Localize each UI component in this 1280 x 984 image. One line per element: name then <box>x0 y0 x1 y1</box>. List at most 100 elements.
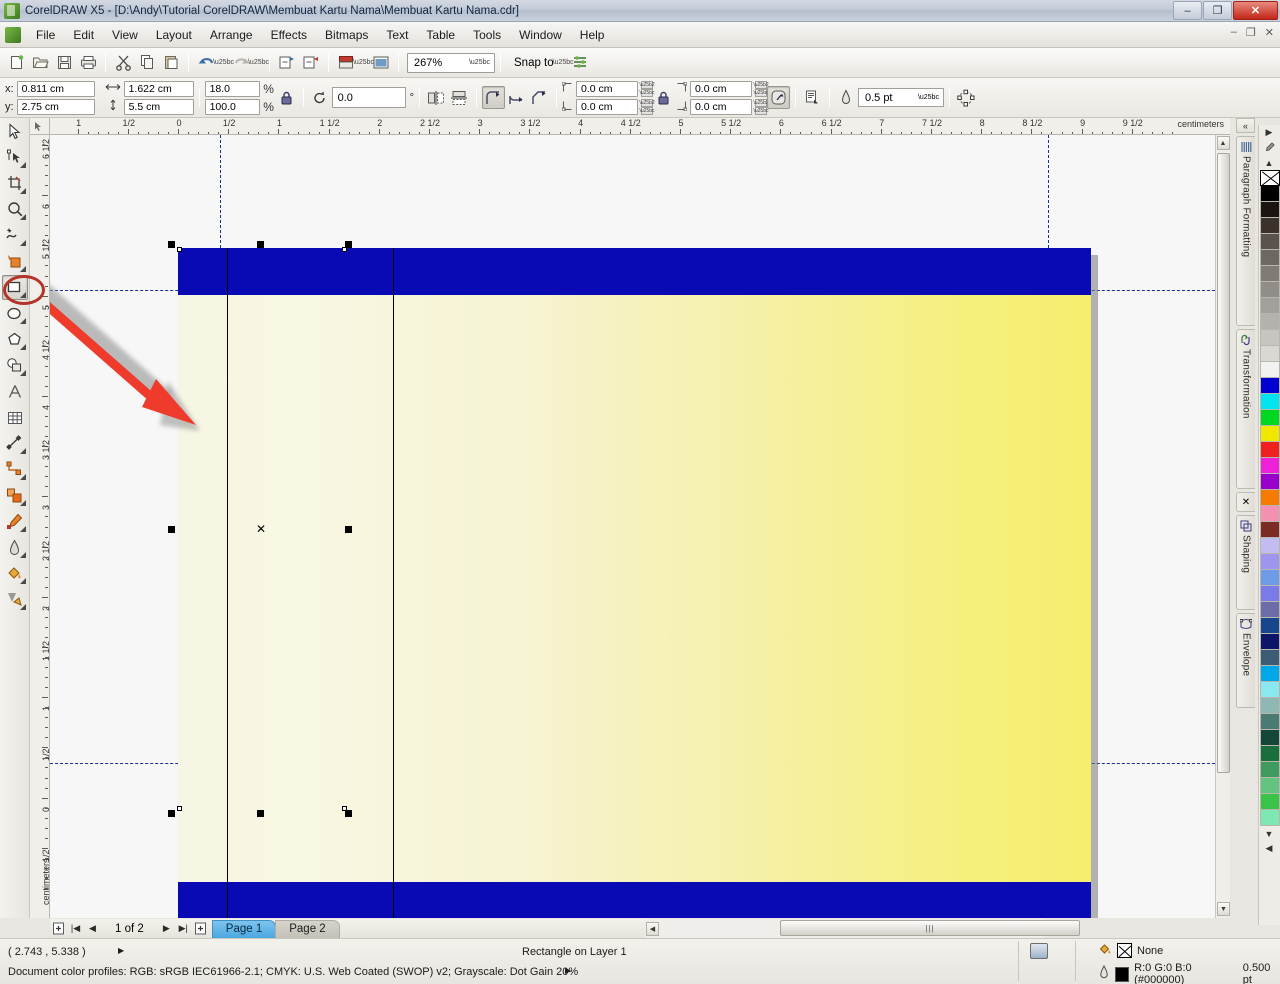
menu-item-table[interactable]: Table <box>417 24 464 46</box>
corner-br-input[interactable]: 0.0 cm <box>689 98 752 115</box>
palette-eyedropper-icon[interactable] <box>1259 140 1279 155</box>
vertical-ruler[interactable]: 6 1/2 6 5 1/2 5 4 1/2 4 3 1/2 3 2 1/2 2 1 1/2 1 1/2 0… <box>30 135 50 918</box>
palette-swatch[interactable] <box>1259 730 1280 746</box>
freehand-tool[interactable] <box>2 223 28 248</box>
palette-swatch[interactable] <box>1259 282 1280 298</box>
basic-shapes-tool[interactable] <box>2 353 28 378</box>
pdf-dropdown-icon[interactable]: \u25bc <box>353 52 374 74</box>
flyout-arrow-icon[interactable] <box>19 448 26 454</box>
palette-swatch[interactable] <box>1259 698 1280 714</box>
flyout-arrow-icon[interactable] <box>19 474 26 480</box>
scroll-left-icon[interactable]: ◀ <box>646 921 659 936</box>
export-icon[interactable] <box>299 51 323 75</box>
polygon-tool[interactable] <box>2 327 28 352</box>
flyout-arrow-icon[interactable] <box>19 240 26 246</box>
mdi-close-button[interactable]: ✕ <box>1265 26 1274 39</box>
maximize-button[interactable]: ❐ <box>1203 1 1232 20</box>
ruler-origin-button[interactable] <box>30 118 50 135</box>
docker-collapse-button[interactable]: « <box>1236 118 1255 133</box>
palette-swatch[interactable] <box>1259 746 1280 762</box>
color-palette[interactable]: ▶ ▲ ▼ ◀ <box>1258 125 1280 925</box>
docker-tab-envelope[interactable]: Envelope <box>1236 613 1255 708</box>
copy-icon[interactable] <box>135 51 159 75</box>
palette-swatch[interactable] <box>1259 810 1280 826</box>
scale-horizontal-input[interactable]: 18.0 <box>204 80 260 97</box>
docker-tab-transformation[interactable]: Transformation <box>1236 329 1255 489</box>
zoom-level-combo[interactable]: 267% \u25bc <box>407 52 495 73</box>
palette-swatch[interactable] <box>1259 586 1280 602</box>
palette-swatch[interactable] <box>1259 202 1280 218</box>
page-tab-1[interactable]: Page 1 <box>211 919 277 938</box>
palette-swatch[interactable] <box>1259 218 1280 234</box>
palette-swatch[interactable] <box>1259 778 1280 794</box>
outline-status[interactable]: R:0 G:0 B:0 (#000000) 0.500 pt <box>1098 962 1280 984</box>
palette-scroll-down-icon[interactable]: ▼ <box>1259 826 1279 841</box>
palette-swatch[interactable] <box>1259 362 1280 378</box>
cut-icon[interactable] <box>111 51 135 75</box>
corner-bl-input[interactable]: 0.0 cm <box>575 98 638 115</box>
flyout-arrow-icon[interactable] <box>19 214 26 220</box>
outline-tool[interactable] <box>2 535 28 560</box>
next-page-button[interactable]: ▶ <box>158 920 175 937</box>
zoom-tool[interactable] <box>2 197 28 222</box>
new-icon[interactable] <box>4 51 28 75</box>
corner-tr-spinner[interactable]: \u25b2 \u25bc <box>753 80 769 97</box>
first-page-button[interactable]: |◀ <box>67 920 84 937</box>
palette-swatch[interactable] <box>1259 186 1280 202</box>
scroll-down-icon[interactable]: ▼ <box>1217 902 1230 916</box>
horizontal-ruler[interactable]: 1 1/2 0 1/2 1 1 1/2 2 2 1/2 3 3 1/2 4 4 1/2 5 5 1/2 6 6… <box>50 118 1230 135</box>
flyout-arrow-icon[interactable] <box>19 604 26 610</box>
palette-swatch[interactable] <box>1259 314 1280 330</box>
palette-swatch[interactable] <box>1259 570 1280 586</box>
round-corner-icon[interactable] <box>481 86 505 109</box>
color-eyedropper-tool[interactable] <box>2 509 28 534</box>
palette-swatch[interactable] <box>1259 490 1280 506</box>
flyout-arrow-icon[interactable] <box>19 370 26 376</box>
paste-icon[interactable] <box>159 51 183 75</box>
corner-tl-spinner[interactable]: \u25b2 \u25bc <box>639 80 655 97</box>
page-tab-2[interactable]: Page 2 <box>275 919 340 938</box>
palette-swatch[interactable] <box>1259 410 1280 426</box>
palette-swatch[interactable] <box>1259 298 1280 314</box>
close-button[interactable]: ✕ <box>1233 1 1278 20</box>
save-icon[interactable] <box>52 51 76 75</box>
minimize-button[interactable]: – <box>1173 1 1202 20</box>
pick-tool[interactable] <box>2 119 28 144</box>
palette-swatch[interactable] <box>1259 634 1280 650</box>
scalloped-corner-icon[interactable] <box>505 86 528 109</box>
fill-tool[interactable] <box>2 561 28 586</box>
mdi-restore-button[interactable]: ❐ <box>1246 26 1256 39</box>
last-page-button[interactable]: ▶| <box>175 920 192 937</box>
horizontal-scrollbar-thumb[interactable]: ||| <box>780 920 1080 936</box>
snap-to-label[interactable]: Snap to <box>506 57 558 69</box>
x-position-input[interactable]: 0.811 cm <box>16 80 95 97</box>
flyout-arrow-icon[interactable] <box>19 526 26 532</box>
vertical-scrollbar[interactable]: ▲ ▼ <box>1215 135 1230 918</box>
selected-rectangle[interactable] <box>227 248 394 918</box>
convert-to-curves-icon[interactable] <box>955 86 978 109</box>
chamfered-corner-icon[interactable] <box>528 86 551 109</box>
app-launcher-icon[interactable] <box>369 51 393 75</box>
palette-swatch[interactable] <box>1259 378 1280 394</box>
object-height-input[interactable]: 5.5 cm <box>123 98 194 115</box>
dimension-tool[interactable] <box>2 431 28 456</box>
menu-item-text[interactable]: Text <box>377 24 417 46</box>
object-width-input[interactable]: 1.622 cm <box>123 80 194 97</box>
options-icon[interactable] <box>569 51 593 75</box>
docker-tab-paragraph-formatting[interactable]: Paragraph Formatting <box>1236 136 1255 326</box>
palette-swatch[interactable] <box>1259 426 1280 442</box>
blend-tool[interactable] <box>2 483 28 508</box>
undo-dropdown-icon[interactable]: \u25bc <box>213 52 234 74</box>
relative-corner-scaling-icon[interactable] <box>766 86 790 109</box>
outline-color-swatch[interactable] <box>1115 966 1130 982</box>
palette-swatch[interactable] <box>1259 794 1280 810</box>
menu-item-file[interactable]: File <box>27 24 64 46</box>
horizontal-scrollbar[interactable]: ◀ ||| <box>645 919 1080 938</box>
profiles-expand-icon[interactable]: ▶ <box>565 966 571 975</box>
print-icon[interactable] <box>76 51 100 75</box>
flyout-arrow-icon[interactable] <box>19 344 26 350</box>
menu-item-layout[interactable]: Layout <box>147 24 201 46</box>
palette-swatch[interactable] <box>1259 474 1280 490</box>
flyout-arrow-icon[interactable] <box>19 188 26 194</box>
open-icon[interactable] <box>28 51 52 75</box>
